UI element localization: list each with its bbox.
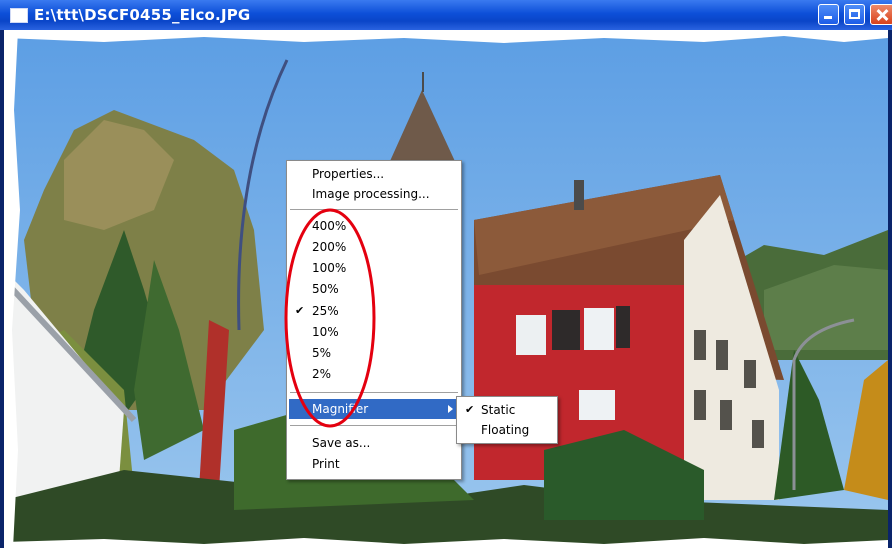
menu-item-print[interactable]: Print xyxy=(289,454,459,474)
window-icon xyxy=(10,8,28,23)
maximize-button[interactable] xyxy=(844,4,865,25)
menu-item-zoom-2[interactable]: 2% xyxy=(289,364,459,384)
menu-item-properties[interactable]: Properties... xyxy=(289,164,459,184)
submenu-item-static-label: Static xyxy=(481,403,516,417)
magnifier-submenu: ✔ Static Floating xyxy=(456,396,558,444)
close-button[interactable] xyxy=(870,4,892,25)
checkmark-icon: ✔ xyxy=(465,403,475,416)
menu-separator xyxy=(290,392,458,394)
minimize-button[interactable] xyxy=(818,4,839,25)
submenu-arrow-icon xyxy=(448,405,453,413)
menu-separator xyxy=(290,209,458,211)
menu-item-magnifier[interactable]: Magnifier xyxy=(289,399,459,419)
image-area[interactable]: Properties... Image processing... 400% 2… xyxy=(4,30,888,548)
menu-item-zoom-50[interactable]: 50% xyxy=(289,279,459,299)
checkmark-icon: ✔ xyxy=(295,304,305,317)
image-viewer-window: E:\ttt\DSCF0455_Elco.JPG Properties... I… xyxy=(0,0,892,548)
menu-separator xyxy=(290,425,458,427)
menu-item-magnifier-label: Magnifier xyxy=(312,402,369,416)
menu-item-zoom-5[interactable]: 5% xyxy=(289,343,459,363)
submenu-item-static[interactable]: ✔ Static xyxy=(459,400,555,420)
context-menu: Properties... Image processing... 400% 2… xyxy=(286,160,462,480)
menu-item-zoom-10[interactable]: 10% xyxy=(289,322,459,342)
menu-item-image-processing[interactable]: Image processing... xyxy=(289,184,459,204)
menu-item-save-as[interactable]: Save as... xyxy=(289,433,459,453)
menu-item-zoom-200[interactable]: 200% xyxy=(289,237,459,257)
menu-item-zoom-25[interactable]: ✔ 25% xyxy=(289,301,459,321)
menu-item-zoom-400[interactable]: 400% xyxy=(289,216,459,236)
submenu-item-floating[interactable]: Floating xyxy=(459,420,555,440)
window-title: E:\ttt\DSCF0455_Elco.JPG xyxy=(34,6,251,24)
menu-item-zoom-25-label: 25% xyxy=(312,304,339,318)
title-bar[interactable]: E:\ttt\DSCF0455_Elco.JPG xyxy=(0,0,892,30)
menu-item-zoom-100[interactable]: 100% xyxy=(289,258,459,278)
